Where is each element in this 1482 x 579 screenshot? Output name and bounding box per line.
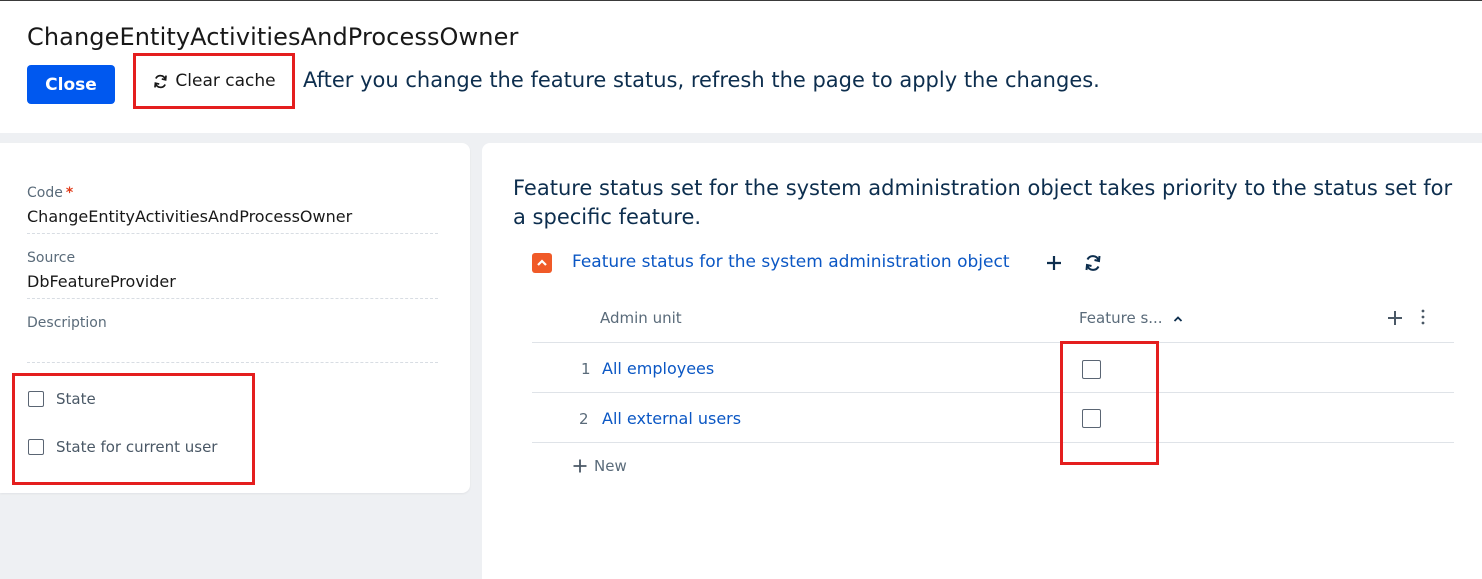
row-number: 1 <box>581 360 591 378</box>
add-icon[interactable] <box>1044 253 1064 273</box>
code-label: Code * <box>27 185 74 201</box>
chevron-up-icon <box>537 259 547 266</box>
table-divider <box>532 392 1454 393</box>
detail-title[interactable]: Feature status for the system administra… <box>572 252 1010 272</box>
column-feature-status[interactable]: Feature s... <box>1079 309 1163 327</box>
field-divider <box>27 298 438 299</box>
source-field[interactable]: DbFeatureProvider <box>27 272 176 291</box>
row-number: 2 <box>579 410 589 428</box>
add-column-icon[interactable] <box>1385 308 1405 328</box>
field-divider <box>27 362 438 363</box>
state-label: State <box>56 390 96 408</box>
description-label: Description <box>27 315 107 331</box>
column-admin-unit[interactable]: Admin unit <box>600 309 682 327</box>
page-title: ChangeEntityActivitiesAndProcessOwner <box>27 23 519 51</box>
vertical-dots-icon[interactable] <box>1417 308 1429 326</box>
state-current-user-label: State for current user <box>56 438 218 456</box>
collapse-button[interactable] <box>532 253 552 273</box>
table-divider <box>532 442 1454 443</box>
code-field[interactable]: ChangeEntityActivitiesAndProcessOwner <box>27 207 352 226</box>
new-row-button[interactable]: New <box>572 457 627 475</box>
table-divider <box>532 342 1454 343</box>
feature-status-checkbox[interactable] <box>1082 360 1101 379</box>
page-header: ChangeEntityActivitiesAndProcessOwner Cl… <box>0 0 1482 133</box>
clear-cache-label: Clear cache <box>175 71 276 91</box>
new-label: New <box>594 457 627 475</box>
description-field[interactable] <box>27 337 438 359</box>
refresh-hint: After you change the feature status, ref… <box>303 68 1100 92</box>
field-divider <box>27 233 438 234</box>
feature-status-checkbox[interactable] <box>1082 409 1101 428</box>
state-checkbox[interactable] <box>28 391 44 407</box>
required-mark: * <box>65 185 74 201</box>
sort-ascending-icon[interactable] <box>1172 313 1184 325</box>
refresh-icon[interactable] <box>1083 253 1103 273</box>
plus-icon <box>573 459 587 473</box>
state-current-user-checkbox[interactable] <box>28 439 44 455</box>
admin-unit-link[interactable]: All external users <box>602 409 741 428</box>
refresh-icon <box>154 74 168 88</box>
close-button[interactable]: Close <box>27 65 115 104</box>
priority-note: Feature status set for the system admini… <box>513 176 1453 229</box>
admin-unit-link[interactable]: All employees <box>602 359 714 378</box>
clear-cache-button[interactable]: Clear cache <box>133 53 295 109</box>
source-label: Source <box>27 250 76 266</box>
